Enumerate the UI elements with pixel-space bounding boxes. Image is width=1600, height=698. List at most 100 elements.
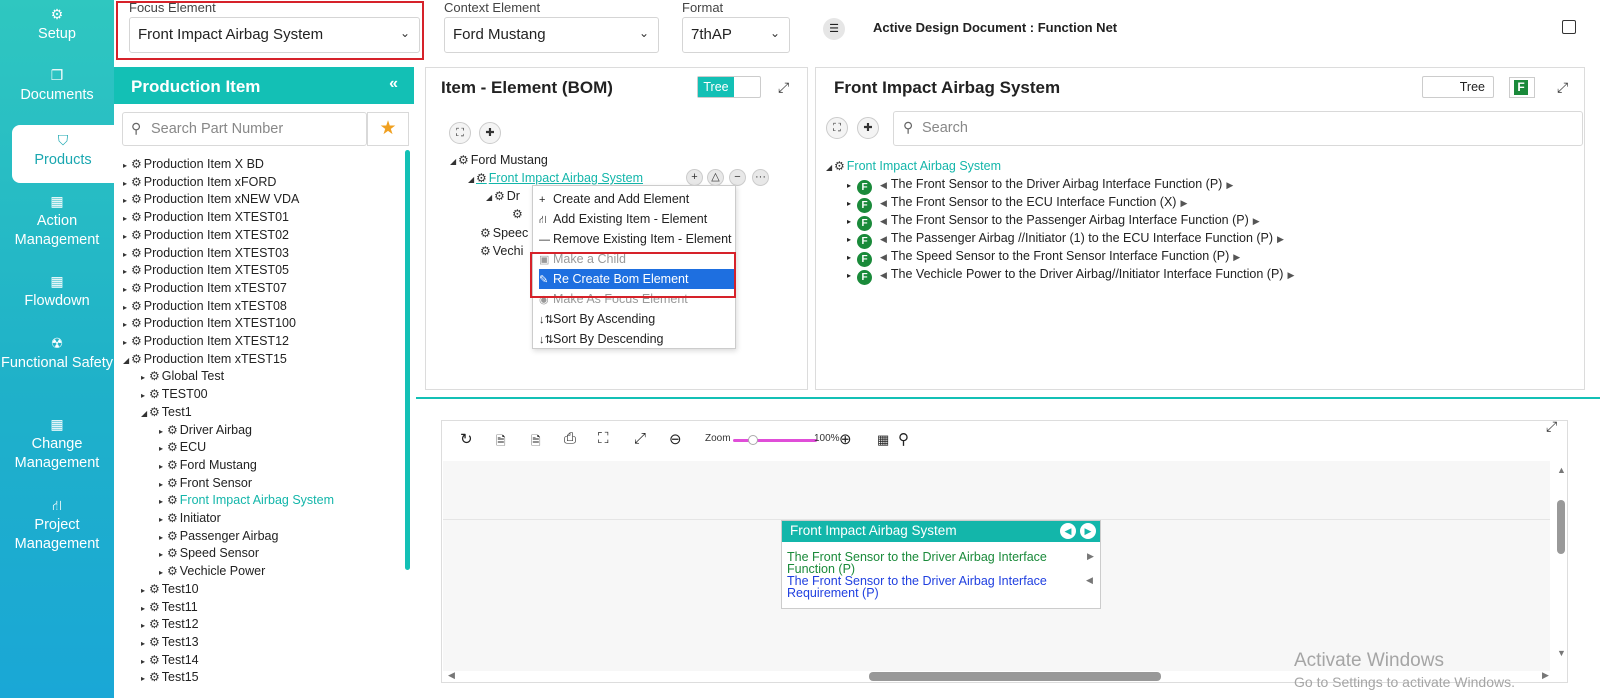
tree-row[interactable]: ▸ ⚙ Test15 (141, 668, 199, 686)
more-row-icon[interactable]: ··· (752, 169, 769, 186)
function-row[interactable]: ▸ F ◀ The Front Sensor to the ECU Interface… (847, 193, 1191, 213)
tree-row[interactable]: ▸ ⚙ Test12 (141, 615, 199, 633)
prev-arrow-icon[interactable]: ◀ (880, 194, 887, 212)
layers-icon[interactable]: ☰ (823, 18, 845, 40)
context-element-select[interactable]: Ford Mustang ⌄ (444, 17, 659, 53)
tree-row[interactable]: ▸ ⚙ Vechicle Power (159, 562, 265, 580)
tree-row[interactable]: ▸ ⚙ Global Test (141, 367, 224, 385)
search-zoom-icon[interactable]: ⚲ (898, 430, 909, 448)
tree-row[interactable]: ◢ ⚙ Test1 (141, 403, 192, 421)
tree-scrollbar[interactable] (405, 150, 410, 570)
expand-icon[interactable]: ⤢ (1546, 418, 1557, 435)
nav-project-management[interactable]: ⛙ Project Management (0, 497, 114, 554)
function-row[interactable]: ▸ F ◀ The Vechicle Power to the Driver Airb… (847, 265, 1298, 285)
next-arrow-icon[interactable]: ▶ (1277, 230, 1284, 248)
node-requirement[interactable]: The Front Sensor to the Driver Airbag In… (787, 575, 1067, 600)
menu-item[interactable]: ⛙ Add Existing Item - Element (539, 209, 734, 229)
function-row[interactable]: ▸ F ◀ The Front Sensor to the Driver Airbag… (847, 175, 1237, 195)
zoom-out-icon[interactable]: ⊖ (669, 430, 682, 448)
tree-row[interactable]: ◢ ⚙ Production Item xTEST15 (123, 350, 287, 368)
remove-row-icon[interactable]: − (729, 169, 746, 186)
nav-flowdown[interactable]: ▦ Flowdown (0, 273, 114, 311)
function-row[interactable]: ▸ F ◀ The Passenger Airbag //Initiator (1) … (847, 229, 1288, 249)
next-arrow-icon[interactable]: ▶ (1287, 266, 1294, 284)
function-row[interactable]: ▸ F ◀ The Speed Sensor to the Front Sensor … (847, 247, 1244, 267)
fit-screen-icon[interactable]: ⛶ (598, 430, 609, 447)
bom-great-grandchild[interactable]: ⚙ (512, 205, 525, 223)
menu-item[interactable]: ↓⇅Sort By Descending (539, 329, 734, 349)
tree-row[interactable]: ▸ ⚙ Front Impact Airbag System (159, 491, 334, 509)
add-row-icon[interactable]: + (686, 169, 703, 186)
diagram-horizontal-scrollbar[interactable] (869, 672, 1161, 681)
nav-setup[interactable]: ⚙ Setup (0, 6, 114, 44)
expand-all-icon[interactable]: ⛶ (449, 122, 471, 144)
tree-row[interactable]: ▸ ⚙ Test13 (141, 633, 199, 651)
nav-documents[interactable]: ❐ Documents (0, 67, 114, 105)
prev-arrow-icon[interactable]: ◀ (880, 212, 887, 230)
diagram-node[interactable]: Front Impact Airbag System ◀ ▶ The Front… (781, 520, 1101, 609)
menu-item[interactable]: — Remove Existing Item - Element (539, 229, 734, 249)
tree-row[interactable]: ▸ ⚙ Initiator (159, 509, 221, 527)
bom-grandchild[interactable]: ◢ ⚙ Dr (486, 187, 520, 205)
fullscreen-icon[interactable]: ⤢ (634, 430, 646, 447)
hierarchy-row-icon[interactable]: △ (707, 169, 724, 186)
part-number-search-input[interactable]: ⚲ Search Part Number (122, 112, 367, 146)
favorites-star-icon[interactable]: ★ (367, 112, 409, 146)
node-prev-icon[interactable]: ◀ (1060, 523, 1076, 539)
export-svg-icon[interactable]: 🗎 (496, 432, 506, 453)
bom-root[interactable]: ◢ ⚙ Ford Mustang (450, 151, 548, 169)
bom-sibling-vechicle[interactable]: ⚙ Vechi (480, 242, 523, 260)
scroll-right-icon[interactable]: ▶ (1542, 670, 1549, 681)
caret-open-icon[interactable]: ◢ (141, 405, 149, 423)
tree-row[interactable]: ▸ ⚙ Production Item X BD (123, 155, 264, 173)
bom-sibling-speed[interactable]: ⚙ Speec (480, 224, 528, 242)
node-next-icon[interactable]: ▶ (1080, 523, 1096, 539)
next-arrow-icon[interactable]: ▶ (1233, 248, 1240, 266)
next-arrow-icon[interactable]: ▶ (1180, 194, 1187, 212)
menu-item[interactable]: ↓⇅Sort By Ascending (539, 309, 734, 329)
zoom-slider-handle[interactable] (748, 435, 758, 445)
nav-change-management[interactable]: ▦ Change Management (0, 416, 114, 473)
tree-row[interactable]: ▸ ⚙ Production Item xFORD (123, 173, 276, 191)
tree-row[interactable]: ▸ ⚙ Ford Mustang (159, 456, 257, 474)
next-arrow-icon[interactable]: ▶ (1226, 176, 1233, 194)
tree-row[interactable]: ▸ ⚙ TEST00 (141, 385, 208, 403)
scroll-up-icon[interactable]: ▲ (1557, 465, 1566, 475)
tree-row[interactable]: ▸ ⚙ Production Item XTEST100 (123, 314, 296, 332)
function-search-input[interactable]: ⚲ Search (893, 111, 1583, 146)
print-icon[interactable]: ⎙ (564, 430, 576, 447)
prev-arrow-icon[interactable]: ◀ (880, 230, 887, 248)
next-arrow-icon[interactable]: ▶ (1253, 212, 1260, 230)
tree-row[interactable]: ▸ ⚙ Production Item xTEST07 (123, 279, 287, 297)
collapse-all-icon[interactable]: ✚ (479, 122, 501, 144)
function-tree-toggle[interactable]: Tree (1422, 76, 1494, 98)
scroll-down-icon[interactable]: ▼ (1557, 648, 1566, 658)
tree-row[interactable]: ▸ ⚙ Speed Sensor (159, 544, 259, 562)
export-png-icon[interactable]: 🗎 (531, 432, 541, 453)
prev-arrow-icon[interactable]: ◀ (880, 266, 887, 284)
grid-icon[interactable]: ▦ (877, 432, 889, 448)
collapse-all-icon[interactable]: ✚ (857, 117, 879, 139)
window-restore-icon[interactable] (1562, 20, 1576, 34)
collapse-left-icon[interactable]: « (389, 75, 398, 93)
diagram-vertical-scrollbar[interactable] (1557, 500, 1565, 554)
prev-arrow-icon[interactable]: ◀ (880, 248, 887, 266)
tree-row[interactable]: ▸ ⚙ Test10 (141, 580, 199, 598)
tree-row[interactable]: ▸ ⚙ Passenger Airbag (159, 527, 278, 545)
node-function-arrow-icon[interactable]: ▶ (1087, 551, 1094, 562)
nav-functional-safety[interactable]: ☢ Functional Safety (0, 335, 114, 373)
tree-row[interactable]: ▸ ⚙ Test11 (141, 598, 198, 616)
node-function[interactable]: The Front Sensor to the Driver Airbag In… (787, 551, 1067, 576)
menu-item[interactable]: + Create and Add Element (539, 189, 734, 209)
tree-row[interactable]: ▸ ⚙ Production Item XTEST12 (123, 332, 289, 350)
expand-icon[interactable]: ⤢ (1557, 79, 1568, 96)
zoom-slider[interactable] (733, 439, 817, 442)
tree-row[interactable]: ▸ ⚙ Front Sensor (159, 474, 252, 492)
tree-row[interactable]: ▸ ⚙ Driver Airbag (159, 421, 252, 439)
tree-row[interactable]: ▸ ⚙ Production Item XTEST02 (123, 226, 289, 244)
nav-action-management[interactable]: ▦ Action Management (0, 193, 114, 250)
expand-icon[interactable]: ⤢ (778, 79, 789, 96)
tree-row[interactable]: ▸ ⚙ Production Item XTEST03 (123, 244, 289, 262)
caret-right-icon[interactable]: ▸ (847, 267, 857, 285)
bom-tree-toggle[interactable]: Tree (697, 76, 761, 98)
